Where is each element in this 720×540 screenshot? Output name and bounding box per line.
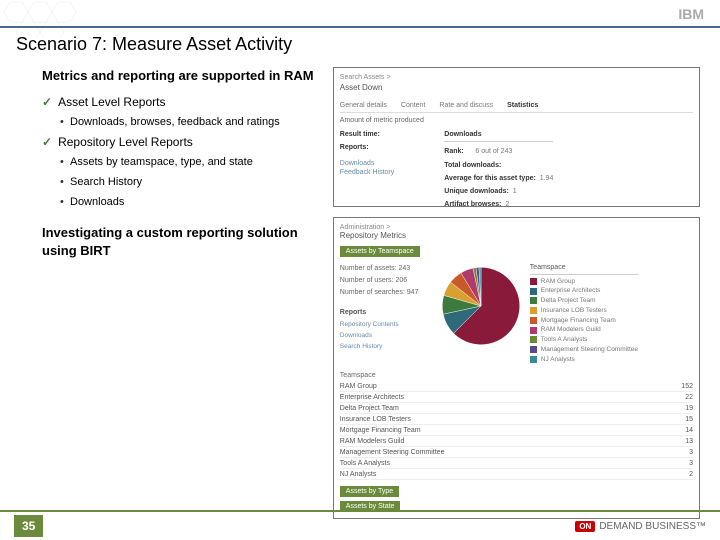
legend-label: Management Steering Committee bbox=[541, 345, 638, 355]
breadcrumb: Search Assets > bbox=[340, 74, 693, 81]
repo-level-reports: ✓Repository Level Reports bbox=[42, 135, 323, 149]
right-column: Search Assets > Asset Down General detai… bbox=[333, 67, 700, 529]
on-demand-logo: ON DEMAND BUSINESS™ bbox=[575, 521, 706, 532]
legend-item: Tools A Analysts bbox=[530, 335, 638, 345]
table-row: Tools A Analysts3 bbox=[340, 458, 693, 469]
legend: Teamspace RAM GroupEnterprise Architects… bbox=[530, 263, 638, 364]
check-icon: ✓ bbox=[42, 95, 52, 109]
legend-label: RAM Modelers Guild bbox=[541, 325, 601, 335]
report-link[interactable]: Search History bbox=[340, 341, 432, 352]
tab-active[interactable]: Statistics bbox=[507, 102, 538, 109]
repo-sub-3: Downloads bbox=[60, 195, 323, 210]
on-badge-icon: ON bbox=[575, 521, 595, 532]
content-area: Metrics and reporting are supported in R… bbox=[0, 67, 720, 529]
breadcrumb: Administration > bbox=[340, 224, 693, 231]
legend-item: NJ Analysts bbox=[530, 355, 638, 365]
legend-item: Enterprise Architects bbox=[530, 286, 638, 296]
legend-swatch-icon bbox=[530, 307, 537, 314]
check-icon: ✓ bbox=[42, 135, 52, 149]
top-bar: IBM bbox=[0, 0, 720, 28]
table-row: RAM Modelers Guild13 bbox=[340, 436, 693, 447]
table-row: Mortgage Financing Team14 bbox=[340, 425, 693, 436]
legend-swatch-icon bbox=[530, 356, 537, 363]
asset-level-sub: Downloads, browses, feedback and ratings bbox=[60, 115, 323, 130]
panel-label: Amount of metric produced bbox=[340, 117, 693, 124]
legend-item: Mortgage Financing Team bbox=[530, 316, 638, 326]
asset-level-reports: ✓Asset Level Reports bbox=[42, 95, 323, 109]
left-stats: Result time: Reports: Downloads Feedback… bbox=[340, 128, 394, 212]
report-link[interactable]: Downloads bbox=[340, 330, 432, 341]
legend-item: RAM Group bbox=[530, 277, 638, 287]
legend-label: Enterprise Architects bbox=[541, 286, 601, 296]
legend-label: NJ Analysts bbox=[541, 355, 575, 365]
repo-sub-1: Assets by teamspace, type, and state bbox=[60, 155, 323, 170]
legend-swatch-icon bbox=[530, 346, 537, 353]
repo-stats: Number of assets: 243 Number of users: 2… bbox=[340, 263, 432, 364]
legend-label: RAM Group bbox=[541, 277, 575, 287]
slide-number: 35 bbox=[14, 515, 43, 537]
hex-background-icon bbox=[0, 0, 140, 38]
legend-swatch-icon bbox=[530, 327, 537, 334]
table-row: RAM Group152 bbox=[340, 381, 693, 392]
legend-swatch-icon bbox=[530, 317, 537, 324]
legend-swatch-icon bbox=[530, 278, 537, 285]
assets-by-teamspace-button[interactable]: Assets by Teamspace bbox=[340, 246, 420, 257]
tabs: General details Content Rate and discuss… bbox=[340, 102, 693, 113]
legend-item: Delta Project Team bbox=[530, 296, 638, 306]
table-row: Delta Project Team19 bbox=[340, 403, 693, 414]
pie-chart bbox=[438, 263, 524, 349]
footer: 35 ON DEMAND BUSINESS™ bbox=[0, 510, 720, 540]
metrics-heading: Metrics and reporting are supported in R… bbox=[42, 67, 323, 85]
table-row: Insurance LOB Testers15 bbox=[340, 414, 693, 425]
table-row: NJ Analysts2 bbox=[340, 469, 693, 480]
left-column: Metrics and reporting are supported in R… bbox=[20, 67, 333, 529]
table-row: Enterprise Architects22 bbox=[340, 392, 693, 403]
legend-label: Tools A Analysts bbox=[541, 335, 588, 345]
screenshot-repo-metrics: Administration > Repository Metrics Asse… bbox=[333, 217, 700, 519]
legend-swatch-icon bbox=[530, 297, 537, 304]
legend-swatch-icon bbox=[530, 336, 537, 343]
screenshot-asset-stats: Search Assets > Asset Down General detai… bbox=[333, 67, 700, 207]
tab[interactable]: Rate and discuss bbox=[439, 102, 493, 109]
birt-heading: Investigating a custom reporting solutio… bbox=[42, 224, 323, 260]
legend-item: Management Steering Committee bbox=[530, 345, 638, 355]
tab[interactable]: Content bbox=[401, 102, 426, 109]
legend-item: RAM Modelers Guild bbox=[530, 325, 638, 335]
ibm-logo: IBM bbox=[678, 6, 704, 22]
report-link[interactable]: Repository Contents bbox=[340, 319, 432, 330]
legend-item: Insurance LOB Testers bbox=[530, 306, 638, 316]
legend-label: Mortgage Financing Team bbox=[541, 316, 616, 326]
repo-sub-2: Search History bbox=[60, 175, 323, 190]
legend-swatch-icon bbox=[530, 288, 537, 295]
legend-label: Delta Project Team bbox=[541, 296, 596, 306]
assets-by-type-button[interactable]: Assets by Type bbox=[340, 486, 399, 497]
tab[interactable]: General details bbox=[340, 102, 387, 109]
legend-label: Insurance LOB Testers bbox=[541, 306, 607, 316]
teamspace-table: Teamspace RAM Group152Enterprise Archite… bbox=[340, 372, 693, 480]
right-stats: Downloads Rank: 6 out of 243 Total downl… bbox=[444, 128, 553, 212]
repo-title: Repository Metrics bbox=[340, 231, 693, 240]
table-row: Management Steering Committee3 bbox=[340, 447, 693, 458]
asset-title: Asset Down bbox=[340, 83, 693, 92]
